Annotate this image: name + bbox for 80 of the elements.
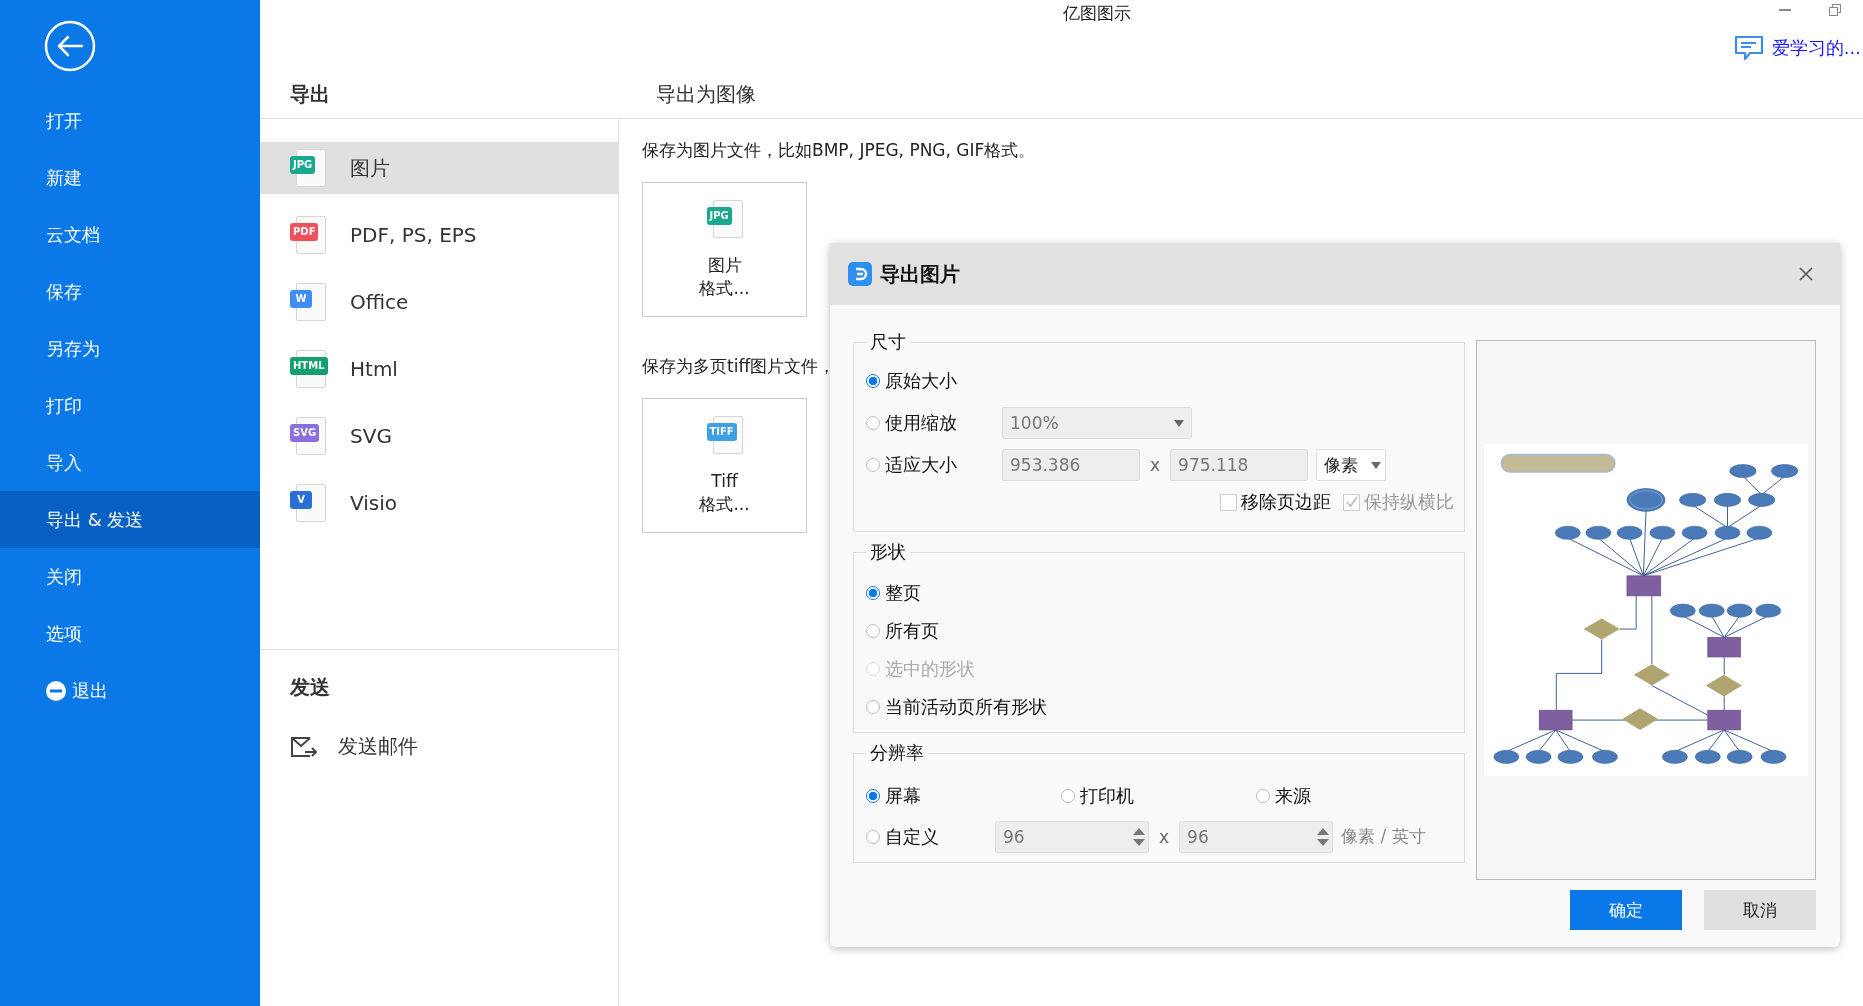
group-label: 尺寸 [869, 330, 907, 354]
send-mail-item[interactable]: 发送邮件 [290, 733, 618, 760]
file-badge: HTML [290, 357, 328, 375]
sidebar-item[interactable]: 新建 [0, 149, 260, 206]
radio-button[interactable] [866, 374, 880, 388]
window-title: 亿图图示 [1062, 1, 1131, 25]
format-button[interactable]: TIFF Tiff 格式... [642, 398, 807, 533]
sidebar-item[interactable]: 退出 [0, 662, 260, 719]
minimize-icon[interactable] [1779, 8, 1791, 12]
dpi-x-field[interactable]: 96 [995, 820, 1149, 853]
format-item[interactable]: V Visio [260, 477, 618, 529]
radio-button[interactable] [866, 416, 880, 430]
radio-option[interactable]: 所有页 [866, 619, 939, 643]
file-badge: JPG [706, 206, 732, 225]
section-heading: 发送 [290, 674, 331, 701]
file-badge: JPG [290, 156, 316, 174]
height-field[interactable]: 975.118 [1170, 449, 1309, 481]
user-name-link[interactable]: 爱学习的... [1771, 36, 1861, 60]
checkbox-option[interactable]: 移除页边距 [1220, 490, 1332, 514]
format-item[interactable]: W Office [260, 276, 618, 328]
restore-icon[interactable] [1829, 4, 1841, 16]
times-sign: x [1150, 455, 1161, 475]
format-item[interactable]: JPG 图片 [260, 142, 618, 194]
sidebar-item[interactable]: 云文档 [0, 206, 260, 263]
minus-circle-icon [46, 680, 66, 701]
times-sign: x [1159, 826, 1170, 847]
mail-icon [290, 734, 318, 759]
group-label: 分辨率 [869, 741, 925, 765]
file-badge: SVG [290, 424, 320, 442]
description-text: 保存为多页tiff图片文件， [642, 355, 837, 378]
sidebar-item[interactable]: 关闭 [0, 548, 260, 605]
radio-button[interactable] [866, 458, 880, 472]
page-title: 导出为图像 [656, 80, 756, 108]
ok-button[interactable]: 确定 [1570, 890, 1682, 930]
section-heading: 导出 [290, 80, 331, 108]
radio-button[interactable] [866, 586, 880, 600]
radio-button[interactable] [866, 829, 880, 844]
radio-option[interactable]: 当前活动页所有形状 [866, 695, 1047, 719]
radio-button[interactable] [1256, 788, 1270, 803]
back-icon[interactable] [44, 20, 96, 72]
cancel-button[interactable]: 取消 [1704, 890, 1816, 930]
radio-option[interactable]: 适应大小 [866, 453, 979, 477]
sidebar-item[interactable]: 选项 [0, 605, 260, 662]
radio-option[interactable]: 使用缩放 [866, 411, 979, 435]
format-item[interactable]: PDF PDF, PS, EPS [260, 209, 618, 261]
sidebar-item[interactable]: 打开 [0, 92, 260, 149]
format-button[interactable]: JPG 图片 格式... [642, 182, 807, 317]
radio-option[interactable]: 来源 [1256, 783, 1451, 808]
file-badge: PDF [290, 223, 319, 241]
radio-option[interactable]: 自定义 [866, 824, 979, 849]
sidebar-item[interactable]: 保存 [0, 263, 260, 320]
chat-icon[interactable] [1733, 35, 1764, 61]
file-badge: W [290, 290, 312, 308]
close-icon[interactable] [1798, 266, 1814, 282]
scale-dropdown[interactable]: 100% [1002, 407, 1192, 439]
description-text: 保存为图片文件，比如BMP, JPEG, PNG, GIF格式。 [642, 139, 1036, 162]
file-badge: TIFF [706, 422, 737, 441]
radio-button[interactable] [866, 700, 880, 714]
format-item[interactable]: HTML Html [260, 343, 618, 395]
radio-option[interactable]: 原始大小 [866, 369, 979, 393]
unit-label: 像素 / 英寸 [1341, 825, 1426, 848]
unit-dropdown[interactable]: 像素 [1316, 449, 1387, 481]
group-label: 形状 [869, 540, 907, 564]
sidebar-item[interactable]: 打印 [0, 377, 260, 434]
radio-option[interactable]: 屏幕 [866, 783, 1061, 808]
sidebar-item[interactable]: 导入 [0, 434, 260, 491]
radio-option[interactable]: 打印机 [1061, 783, 1256, 808]
radio-button[interactable] [866, 624, 880, 638]
file-badge: V [290, 491, 312, 509]
format-item[interactable]: SVG SVG [260, 410, 618, 462]
sidebar-item[interactable]: 另存为 [0, 320, 260, 377]
dialog-title: 导出图片 [880, 260, 960, 288]
radio-option[interactable]: 整页 [866, 581, 921, 605]
width-field[interactable]: 953.386 [1002, 449, 1140, 481]
dpi-y-field[interactable]: 96 [1179, 820, 1334, 853]
sidebar-item[interactable]: 导出 & 发送 [0, 491, 260, 548]
radio-button[interactable] [1061, 788, 1075, 803]
radio-button[interactable] [866, 788, 880, 803]
checkbox[interactable] [1220, 493, 1238, 511]
app-logo-icon [848, 262, 872, 286]
